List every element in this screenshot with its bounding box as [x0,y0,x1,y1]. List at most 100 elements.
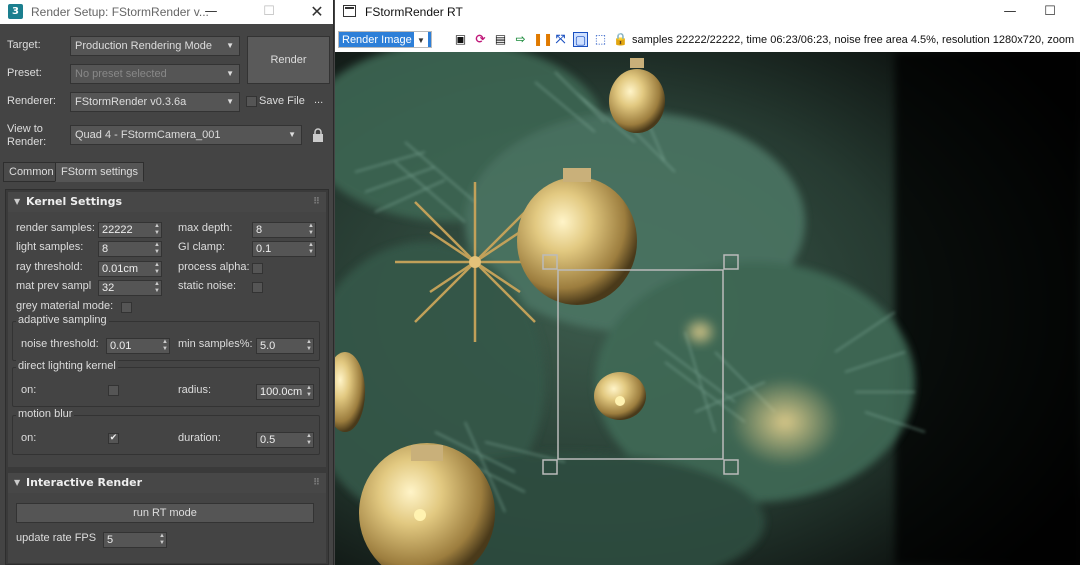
spinner-arrows-icon[interactable]: ▲ ▼ [154,242,160,256]
spinner-arrows-icon[interactable]: ▲ ▼ [154,223,160,237]
maximize-icon[interactable]: ☐ [254,0,284,24]
render-samples-spinner[interactable]: 22222 ▲ ▼ [98,222,162,238]
view-to-render-label: View to Render: [7,123,47,148]
light-samples-spinner[interactable]: 8 ▲ ▼ [98,241,162,257]
static-noise-checkbox[interactable] [252,282,263,293]
max-depth-value: 8 [256,224,263,236]
more-button[interactable]: ... [314,94,323,106]
frame-icon[interactable]: ▣ [453,32,468,47]
static-noise-label: static noise: [178,280,237,292]
motion-on-checkbox[interactable]: ✔ [108,433,119,444]
maximize-icon[interactable]: ☐ [1035,0,1065,24]
minimize-icon[interactable]: — [995,0,1025,24]
duration-label: duration: [178,432,221,444]
ray-threshold-spinner[interactable]: 0.01cm ▲ ▼ [98,261,162,277]
max-depth-spinner[interactable]: 8 ▲ ▼ [252,222,316,238]
renderer-value: FStormRender v0.3.6a [75,96,187,108]
collapse-triangle-icon: ▼ [14,478,21,487]
render-stats: samples 22222/22222, time 06:23/06:23, n… [632,34,1075,46]
chevron-down-icon: ▼ [226,69,234,78]
gi-clamp-label: GI clamp: [178,241,226,253]
crop-icon[interactable]: ⬚ [593,32,608,47]
fstorm-settings-panel: ▼ Kernel Settings ⠿ render samples: 2222… [5,189,329,565]
view-to-render-dropdown[interactable]: Quad 4 - FStormCamera_001 ▼ [70,125,302,145]
direct-lighting-title: direct lighting kernel [16,360,118,372]
interactive-render-header[interactable]: ▼ Interactive Render ⠿ [8,473,326,493]
chevron-down-icon: ▼ [226,41,234,50]
spinner-arrows-icon[interactable]: ▲ ▼ [154,281,160,295]
close-icon[interactable]: ✕ [302,0,332,24]
chevron-down-icon: ▼ [414,32,428,47]
radius-label: radius: [178,384,212,396]
update-rate-spinner[interactable]: 5 ▲ ▼ [103,532,167,548]
save-file-checkbox[interactable] [246,96,257,107]
preset-label: Preset: [7,67,42,79]
spinner-arrows-icon[interactable]: ▲ ▼ [162,339,168,353]
kernel-settings-header[interactable]: ▼ Kernel Settings ⠿ [8,192,326,212]
render-channel-dropdown[interactable]: Render Image ▼ [338,31,432,48]
preset-dropdown[interactable]: No preset selected ▼ [70,64,240,84]
save-icon[interactable]: ▤ [493,32,508,47]
render-viewport[interactable] [335,52,1080,565]
grey-material-label: grey material mode: [16,300,114,312]
noise-threshold-label: noise threshold: [21,338,99,350]
refresh-icon[interactable]: ⟳ [473,32,488,47]
tab-common[interactable]: Common [3,162,60,182]
grip-icon: ⠿ [312,197,320,207]
target-value: Production Rendering Mode [75,40,212,52]
ray-threshold-value: 0.01cm [102,263,139,275]
spinner-arrows-icon[interactable]: ▲ ▼ [159,533,165,547]
minimize-icon[interactable]: — [196,0,226,24]
lock-icon[interactable]: 🔒 [613,32,628,47]
ray-threshold-label: ray threshold: [16,261,83,273]
rt-window-title: FStormRender RT [365,5,463,19]
spinner-arrows-icon[interactable]: ▲ ▼ [154,262,160,276]
spinner-arrows-icon[interactable]: ▲ ▼ [306,339,312,353]
chevron-down-icon: ▼ [226,97,234,106]
window-title: Render Setup: FStormRender v... [31,5,209,19]
update-rate-label: update rate FPS [16,532,97,544]
spinner-arrows-icon[interactable]: ▲ ▼ [306,385,312,399]
kernel-settings-title: Kernel Settings [26,195,123,208]
gi-clamp-spinner[interactable]: 0.1 ▲ ▼ [252,241,316,257]
duration-value: 0.5 [260,434,276,446]
fstorm-rt-window: FStormRender RT — ☐ Render Image ▼ ▣ ⟳ ▤… [335,0,1080,565]
grey-material-checkbox[interactable] [121,302,132,313]
process-alpha-checkbox[interactable] [252,263,263,274]
preset-value: No preset selected [75,68,167,80]
kernel-settings-body: render samples: 22222 ▲ ▼ max depth: 8 ▲ ▼ l… [8,212,326,467]
spinner-arrows-icon[interactable]: ▲ ▼ [306,433,312,447]
lock-icon[interactable] [312,128,324,143]
region-icon[interactable]: ▢ [573,32,588,47]
render-button[interactable]: Render [247,36,330,84]
fit-icon[interactable]: ⤧ [553,32,568,47]
mat-prev-label: mat prev sampl [16,280,92,292]
rt-toolbar: Render Image ▼ ▣ ⟳ ▤ ⇨ ❚❚ ⤧ ▢ ⬚ 🔒 sample… [335,28,1080,52]
mat-prev-value: 32 [102,282,115,294]
spinner-arrows-icon[interactable]: ▲ ▼ [308,242,314,256]
pause-icon[interactable]: ❚❚ [533,32,553,47]
target-dropdown[interactable]: Production Rendering Mode ▼ [70,36,240,56]
run-rt-mode-button[interactable]: run RT mode [16,503,314,523]
render-setup-titlebar: 3 Render Setup: FStormRender v... — ☐ ✕ [0,0,333,24]
renderer-label: Renderer: [7,95,56,107]
rt-titlebar: FStormRender RT — ☐ [335,0,1080,24]
min-samples-spinner[interactable]: 5.0 ▲ ▼ [256,338,314,354]
tab-fstorm-settings[interactable]: FStorm settings [55,162,145,182]
gi-clamp-value: 0.1 [256,243,272,255]
direct-on-checkbox[interactable] [108,385,119,396]
interactive-render-title: Interactive Render [26,476,143,489]
3dsmax-app-icon: 3 [8,4,23,19]
render-samples-label: render samples: [16,222,95,234]
export-icon[interactable]: ⇨ [513,32,528,47]
interactive-render-body: run RT mode update rate FPS 5 ▲ ▼ [8,493,326,563]
duration-spinner[interactable]: 0.5 ▲ ▼ [256,432,314,448]
radius-spinner[interactable]: 100.0cm ▲ ▼ [256,384,314,400]
update-rate-value: 5 [107,534,114,546]
spinner-arrows-icon[interactable]: ▲ ▼ [308,223,314,237]
mat-prev-spinner[interactable]: 32 ▲ ▼ [98,280,162,296]
renderer-dropdown[interactable]: FStormRender v0.3.6a ▼ [70,92,240,112]
radius-value: 100.0cm [260,386,303,398]
min-samples-label: min samples%: [178,338,253,350]
noise-threshold-spinner[interactable]: 0.01 ▲ ▼ [106,338,170,354]
